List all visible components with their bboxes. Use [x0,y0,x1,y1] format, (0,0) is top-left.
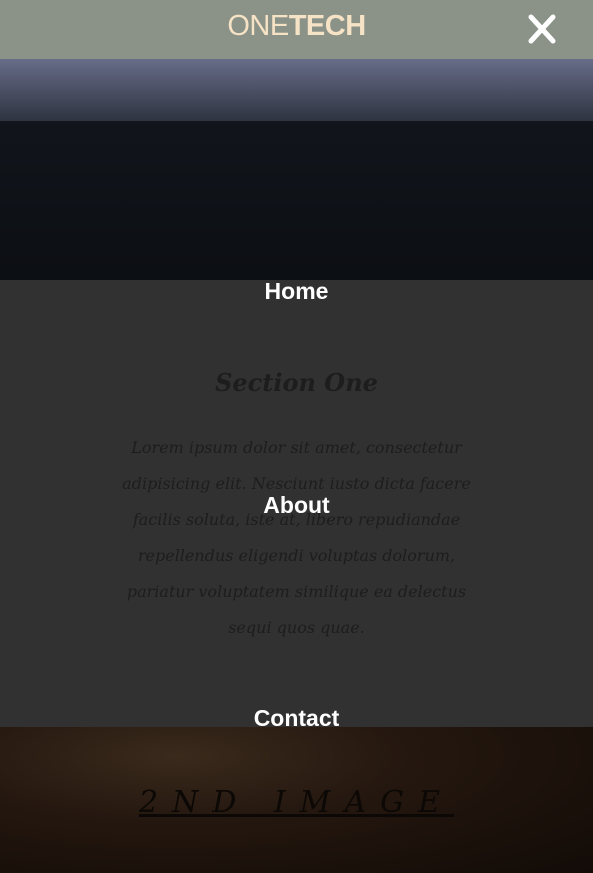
brand-logo[interactable]: ONETECH [0,10,593,43]
nav-about-link[interactable]: About [0,492,593,519]
section-title: Section One [215,368,378,397]
close-icon [528,14,556,44]
nav-contact-link[interactable]: Contact [0,705,593,732]
close-menu-button[interactable] [522,10,562,48]
second-image-label: 2ND IMAGE [138,785,455,820]
top-bar: ONETECH [0,0,593,59]
menu-overlay-top [0,121,593,280]
nav-home-link[interactable]: Home [0,278,593,305]
brand-part-2: TECH [288,10,366,42]
section-body: Lorem ipsum dolor sit amet, consectetur … [122,438,471,637]
brand-part-1: ONE [227,10,289,42]
